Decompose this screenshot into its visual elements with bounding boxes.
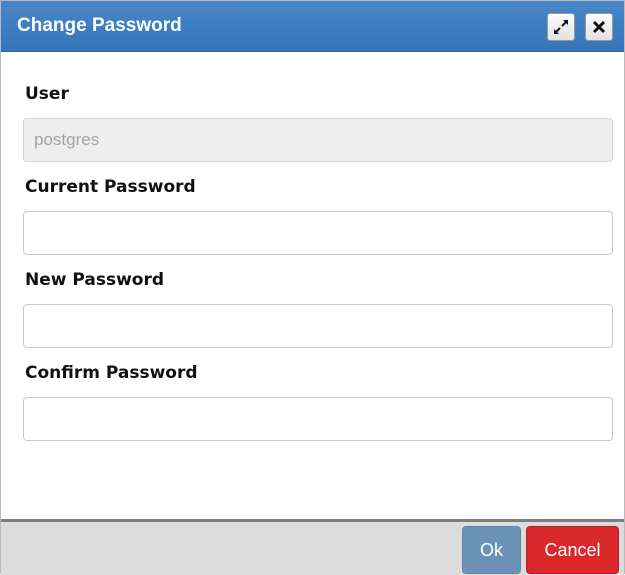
current-password-field[interactable] <box>23 211 613 255</box>
maximize-button[interactable] <box>547 13 575 41</box>
dialog-titlebar[interactable]: Change Password <box>1 1 624 52</box>
current-password-label: Current Password <box>25 177 196 197</box>
close-button[interactable] <box>585 13 613 41</box>
cancel-button[interactable]: Cancel <box>526 526 619 574</box>
user-field <box>23 118 613 162</box>
new-password-field[interactable] <box>23 304 613 348</box>
expand-arrows-icon <box>553 19 569 35</box>
close-x-icon <box>592 20 606 34</box>
change-password-dialog: Change Password User Current <box>0 0 625 575</box>
dialog-footer: Ok Cancel <box>1 519 624 575</box>
user-label: User <box>25 84 69 104</box>
confirm-password-field[interactable] <box>23 397 613 441</box>
dialog-title: Change Password <box>17 15 182 36</box>
dialog-body: User Current Password New Password Confi… <box>1 52 624 519</box>
ok-button[interactable]: Ok <box>462 526 521 574</box>
new-password-label: New Password <box>25 270 165 290</box>
confirm-password-label: Confirm Password <box>25 363 198 383</box>
